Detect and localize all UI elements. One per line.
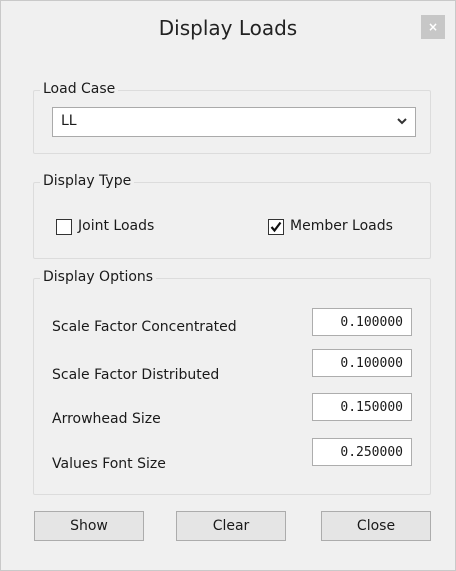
- close-icon[interactable]: ×: [421, 15, 445, 39]
- load-case-select[interactable]: LL: [52, 107, 416, 137]
- values-font-size-input[interactable]: 0.250000: [312, 438, 412, 466]
- load-case-legend: Load Case: [40, 81, 119, 97]
- load-case-value: LL: [61, 113, 77, 129]
- arrowhead-size-label: Arrowhead Size: [52, 411, 161, 427]
- scale-concentrated-label: Scale Factor Concentrated: [52, 319, 237, 335]
- values-font-size-label: Values Font Size: [52, 456, 166, 472]
- checkmark-icon: [270, 221, 282, 233]
- joint-loads-checkbox[interactable]: [56, 219, 72, 235]
- arrowhead-size-input[interactable]: 0.150000: [312, 393, 412, 421]
- joint-loads-label: Joint Loads: [78, 218, 155, 234]
- member-loads-checkbox[interactable]: [268, 219, 284, 235]
- scale-concentrated-input[interactable]: 0.100000: [312, 308, 412, 336]
- display-options-legend: Display Options: [40, 269, 157, 285]
- clear-button[interactable]: Clear: [176, 511, 286, 541]
- title-bar[interactable]: Display Loads ×: [1, 1, 455, 51]
- chevron-down-icon: [397, 118, 407, 125]
- scale-distributed-label: Scale Factor Distributed: [52, 367, 220, 383]
- close-button[interactable]: Close: [321, 511, 431, 541]
- member-loads-label: Member Loads: [290, 218, 393, 234]
- display-type-legend: Display Type: [40, 173, 135, 189]
- show-button[interactable]: Show: [34, 511, 144, 541]
- dialog-title: Display Loads: [158, 16, 298, 40]
- scale-distributed-input[interactable]: 0.100000: [312, 349, 412, 377]
